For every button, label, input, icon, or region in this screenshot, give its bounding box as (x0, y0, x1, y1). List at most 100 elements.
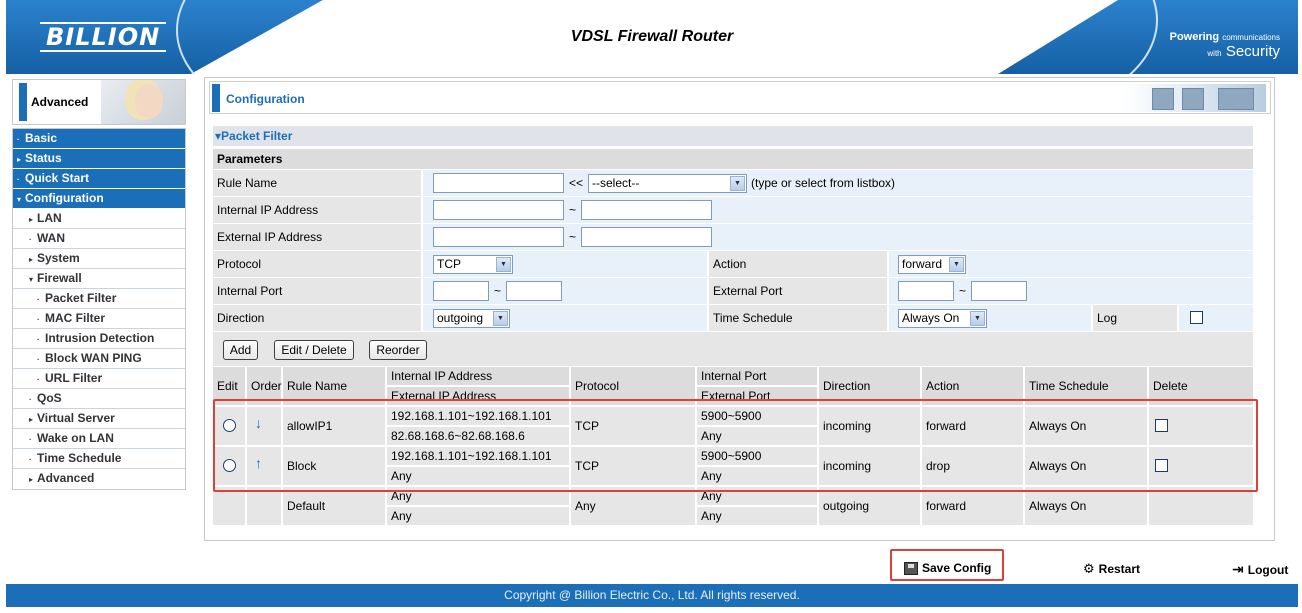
sidebar-item-advanced[interactable]: ▸ Advanced (13, 469, 185, 489)
sidebar-item-wan[interactable]: · WAN (13, 229, 185, 249)
chevron-down-icon: ▼ (730, 176, 745, 191)
rule-name-input[interactable] (433, 173, 564, 193)
restart-icon: ⚙ (1083, 561, 1095, 576)
row-external-port: Any (697, 507, 817, 525)
floppy-disk-icon (904, 561, 918, 575)
mode-photo (101, 80, 185, 124)
logout-button[interactable]: ⇥ Logout (1232, 561, 1288, 578)
row-time-schedule: Always On (1025, 487, 1147, 525)
row-protocol: Any (571, 487, 695, 525)
triangle-right-icon: ▸ (17, 155, 22, 164)
triangle-right-icon: ▸ (29, 475, 34, 484)
triangle-right-icon: ▸ (29, 255, 34, 264)
internal-port-end-input[interactable] (506, 281, 562, 301)
sidebar-item-status[interactable]: ▸ Status (13, 149, 185, 169)
sidebar-item-label: LAN (37, 211, 62, 225)
internal-ip-start-input[interactable] (433, 200, 564, 220)
bullet-icon: · (29, 435, 32, 444)
bullet-icon: · (29, 395, 32, 404)
packet-filter-title[interactable]: ▾Packet Filter (213, 126, 1253, 146)
rule-name-select[interactable]: --select-- ▼ (588, 174, 747, 193)
sidebar-item-wake-on-lan[interactable]: · Wake on LAN (13, 429, 185, 449)
sidebar-item-label: QoS (37, 391, 62, 405)
restart-button[interactable]: ⚙ Restart (1083, 561, 1140, 577)
sidebar-item-virtual-server[interactable]: ▸ Virtual Server (13, 409, 185, 429)
reorder-button[interactable]: Reorder (369, 340, 427, 360)
add-button[interactable]: Add (223, 340, 258, 360)
chevron-down-icon: ▼ (496, 257, 511, 272)
action-select[interactable]: forward ▼ (898, 255, 966, 274)
sidebar-item-firewall[interactable]: ▾ Firewall (13, 269, 185, 289)
edit-delete-button[interactable]: Edit / Delete (274, 340, 354, 360)
sidebar-item-url-filter[interactable]: · URL Filter (13, 369, 185, 389)
chevron-down-icon: ▼ (493, 311, 508, 326)
internal-ip-end-input[interactable] (581, 200, 712, 220)
footer: Copyright @ Billion Electric Co., Ltd. A… (6, 584, 1298, 607)
rule-name-label: Rule Name (213, 170, 421, 196)
log-label: Log (1093, 305, 1177, 331)
highlight-rules-box (213, 399, 1258, 492)
internal-port-start-input[interactable] (433, 281, 489, 301)
row-order-cell (247, 487, 281, 525)
tagline-with: with (1207, 49, 1222, 58)
protocol-select[interactable]: TCP ▼ (433, 255, 513, 274)
sidebar-item-lan[interactable]: ▸ LAN (13, 209, 185, 229)
sidebar-item-basic[interactable]: · Basic (13, 129, 185, 149)
sidebar-item-label: Configuration (25, 191, 104, 205)
action-label: Action (709, 251, 887, 277)
sidebar-item-quick-start[interactable]: · Quick Start (13, 169, 185, 189)
external-port-start-input[interactable] (898, 281, 954, 301)
action-buttons-row: Add Edit / Delete Reorder (213, 332, 1253, 366)
sidebar-item-label: Time Schedule (37, 451, 122, 465)
rule-name-select-value: --select-- (592, 176, 640, 190)
row-edit-cell (213, 487, 245, 525)
external-ip-start-input[interactable] (433, 227, 564, 247)
save-config-button[interactable]: Save Config (904, 561, 991, 575)
sidebar-item-qos[interactable]: · QoS (13, 389, 185, 409)
time-schedule-select[interactable]: Always On ▼ (898, 309, 987, 328)
time-schedule-label: Time Schedule (709, 305, 887, 331)
sidebar-item-time-schedule[interactable]: · Time Schedule (13, 449, 185, 469)
external-ip-end-input[interactable] (581, 227, 712, 247)
mode-panel: Advanced (12, 79, 186, 125)
logout-icon: ⇥ (1232, 561, 1244, 577)
bullet-icon: · (29, 455, 32, 464)
page-title: VDSL Firewall Router (570, 28, 734, 45)
mode-label: Advanced (31, 95, 89, 109)
tagline-powering: Powering (1169, 31, 1220, 43)
direction-select[interactable]: outgoing ▼ (433, 309, 510, 328)
row-action: forward (922, 487, 1023, 525)
sidebar-item-label: Advanced (37, 471, 95, 485)
person-image (135, 84, 163, 118)
external-ip-row: External IP Address ~ (213, 224, 1253, 250)
internal-ip-row: Internal IP Address ~ (213, 197, 1253, 223)
sidebar-item-mac-filter[interactable]: · MAC Filter (13, 309, 185, 329)
tagline-security: Security (1225, 43, 1280, 60)
time-schedule-select-value: Always On (902, 311, 960, 325)
sidebar-item-configuration[interactable]: ▾ Configuration (13, 189, 185, 209)
ports-row: Internal Port External Port ~ ~ (213, 278, 1253, 304)
office-image (1122, 84, 1266, 112)
sidebar-item-packet-filter[interactable]: · Packet Filter (13, 289, 185, 309)
sidebar-item-intrusion-detection[interactable]: · Intrusion Detection (13, 329, 185, 349)
logout-label: Logout (1247, 562, 1289, 577)
sidebar-item-label: Wake on LAN (37, 431, 114, 445)
row-rule-name: Default (283, 487, 385, 525)
row-direction: outgoing (819, 487, 920, 525)
sidebar-item-block-wan-ping[interactable]: · Block WAN PING (13, 349, 185, 369)
section-title: Configuration (226, 92, 305, 106)
external-port-range-sep: ~ (959, 284, 967, 298)
log-checkbox[interactable] (1190, 311, 1203, 324)
external-port-end-input[interactable] (971, 281, 1027, 301)
internal-port-range-sep: ~ (494, 284, 502, 298)
sidebar-item-label: Status (25, 151, 62, 165)
sidebar-item-label: Intrusion Detection (45, 331, 155, 345)
chevron-down-icon: ▼ (949, 257, 964, 272)
external-port-label: External Port (709, 278, 887, 304)
sidebar-item-system[interactable]: ▸ System (13, 249, 185, 269)
sidebar-item-label: Basic (25, 131, 58, 145)
bullet-icon: · (37, 335, 40, 344)
chevron-down-icon: ▼ (970, 311, 985, 326)
external-ip-label: External IP Address (213, 224, 421, 250)
triangle-right-icon: ▸ (29, 415, 34, 424)
